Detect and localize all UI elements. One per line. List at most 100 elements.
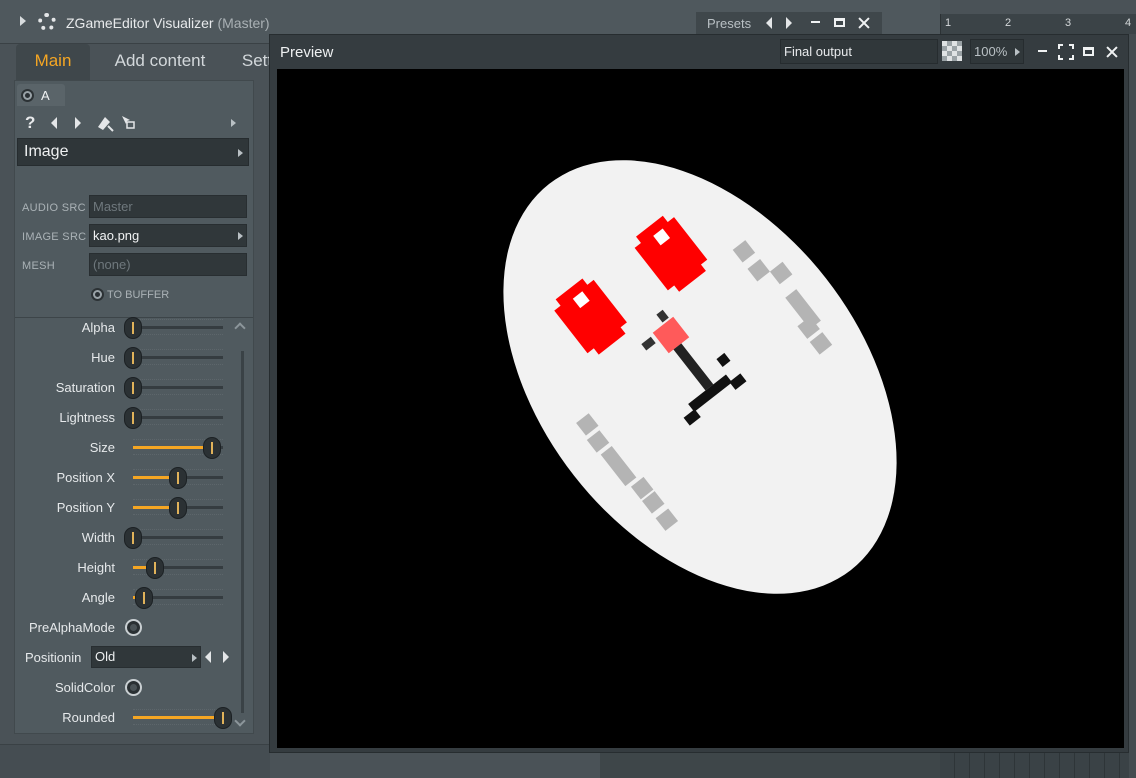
preset-prev-icon[interactable] [766, 17, 772, 29]
fullscreen-icon [1058, 44, 1074, 60]
preview-canvas[interactable] [277, 69, 1124, 748]
param-track-hue[interactable] [133, 356, 223, 359]
image-src-field[interactable]: kao.png [89, 224, 247, 247]
zoom-dropdown-arrow-icon [1015, 48, 1020, 56]
prealpha-mode-label: PreAlphaMode [29, 620, 115, 635]
param-knob-size[interactable] [203, 437, 221, 459]
window-title: ZGameEditor Visualizer (Master) [66, 15, 270, 31]
param-row-lightness: Lightness [15, 403, 253, 433]
rendered-image [503, 160, 897, 594]
paint-brush-icon[interactable] [95, 113, 115, 133]
param-knob-alpha[interactable] [124, 317, 142, 339]
window-subtitle: (Master) [217, 15, 270, 31]
app-window: 1 2 3 4 ZGameEditor Visualizer (Master) … [0, 0, 1136, 778]
rounded-label: Rounded [62, 710, 115, 725]
audio-src-field[interactable]: Master [89, 195, 247, 218]
param-row-saturation: Saturation [15, 373, 253, 403]
layer-toolbar: ? [17, 111, 251, 135]
module-dropdown-arrow-icon [238, 149, 243, 157]
next-layer-icon[interactable] [75, 117, 81, 129]
playlist-ruler: 1 2 3 4 [940, 14, 1136, 34]
prev-layer-icon[interactable] [51, 117, 57, 129]
rounded-fill [133, 716, 223, 719]
positioning-prev-icon[interactable] [205, 651, 211, 663]
rounded-row: Rounded [15, 703, 253, 733]
positioning-select[interactable]: Old [91, 646, 201, 668]
gear-icon[interactable] [38, 13, 56, 31]
param-row-size: Size [15, 433, 253, 463]
solid-color-label: SolidColor [55, 680, 115, 695]
param-row-angle: Angle [15, 583, 253, 613]
preview-maximize-button[interactable] [1081, 44, 1097, 60]
right-strip [1129, 34, 1136, 778]
image-src-label: IMAGE SRC [22, 231, 87, 243]
layer-radio[interactable] [21, 89, 34, 102]
tab-bar: Main Add content Sett [14, 44, 284, 80]
close-button[interactable] [856, 15, 872, 31]
add-layer-icon[interactable] [121, 115, 135, 129]
param-knob-saturation[interactable] [124, 377, 142, 399]
help-button[interactable]: ? [25, 113, 35, 133]
param-knob-position-x[interactable] [169, 467, 187, 489]
positioning-dropdown-arrow-icon [192, 654, 197, 662]
solid-color-row: SolidColor [15, 673, 253, 703]
param-knob-lightness[interactable] [124, 407, 142, 429]
preset-next-icon[interactable] [786, 17, 792, 29]
bottom-bar [0, 744, 270, 778]
zoom-select[interactable]: 100% [970, 39, 1024, 64]
param-track-alpha[interactable] [133, 326, 223, 329]
mesh-field[interactable]: (none) [89, 253, 247, 276]
param-knob-position-y[interactable] [169, 497, 187, 519]
kao-image [503, 160, 897, 594]
param-knob-height[interactable] [146, 557, 164, 579]
rounded-knob[interactable] [214, 707, 232, 729]
solid-color-toggle[interactable] [125, 679, 142, 696]
layer-panel: A ? Image AUDIO SRC Master IMAGE SRC kao… [14, 80, 254, 734]
positioning-next-icon[interactable] [223, 651, 229, 663]
transparency-checker-icon[interactable] [942, 41, 962, 61]
layer-label: A [41, 88, 50, 103]
ruler-mark: 1 [945, 17, 952, 29]
prealpha-mode-row: PreAlphaMode [15, 613, 253, 643]
to-buffer-radio[interactable] [91, 288, 104, 301]
prealpha-mode-toggle[interactable] [125, 619, 142, 636]
param-track-lightness[interactable] [133, 416, 223, 419]
minimize-button[interactable] [808, 15, 824, 31]
audio-src-label: AUDIO SRC [22, 202, 86, 214]
positioning-label: Positionin [25, 650, 82, 665]
param-row-width: Width [15, 523, 253, 553]
module-select[interactable]: Image [17, 138, 249, 166]
param-label-angle: Angle [81, 590, 115, 605]
param-label-height: Height [77, 560, 115, 575]
param-row-alpha: Alpha [15, 313, 253, 343]
preview-close-button[interactable] [1104, 44, 1120, 60]
param-label-position-x: Position X [56, 470, 115, 485]
param-knob-angle[interactable] [135, 587, 153, 609]
layer-tab[interactable]: A [17, 84, 65, 106]
param-label-saturation: Saturation [55, 380, 115, 395]
tab-main[interactable]: Main [16, 44, 90, 80]
ruler-mark: 4 [1125, 17, 1132, 29]
param-label-hue: Hue [91, 350, 115, 365]
output-select[interactable]: Final output [780, 39, 938, 64]
param-knob-hue[interactable] [124, 347, 142, 369]
param-knob-width[interactable] [124, 527, 142, 549]
module-select-value: Image [24, 143, 69, 160]
param-label-width: Width [81, 530, 115, 545]
fullscreen-button[interactable] [1058, 44, 1074, 60]
zoom-value: 100% [974, 44, 1008, 59]
param-row-position-x: Position X [15, 463, 253, 493]
toolbar-menu-arrow-icon[interactable] [231, 119, 236, 127]
param-track-saturation[interactable] [133, 386, 223, 389]
playlist-grid [940, 753, 1136, 778]
param-row-height: Height [15, 553, 253, 583]
param-label-size: Size [89, 440, 115, 455]
collapse-arrow-icon[interactable] [20, 16, 26, 26]
preview-minimize-button[interactable] [1035, 44, 1051, 60]
param-track-width[interactable] [133, 536, 223, 539]
presets-bar: Presets [696, 12, 882, 34]
maximize-button[interactable] [832, 15, 848, 31]
presets-label[interactable]: Presets [707, 16, 751, 31]
tab-add-content[interactable]: Add content [94, 44, 226, 80]
param-label-position-y: Position Y [56, 500, 115, 515]
